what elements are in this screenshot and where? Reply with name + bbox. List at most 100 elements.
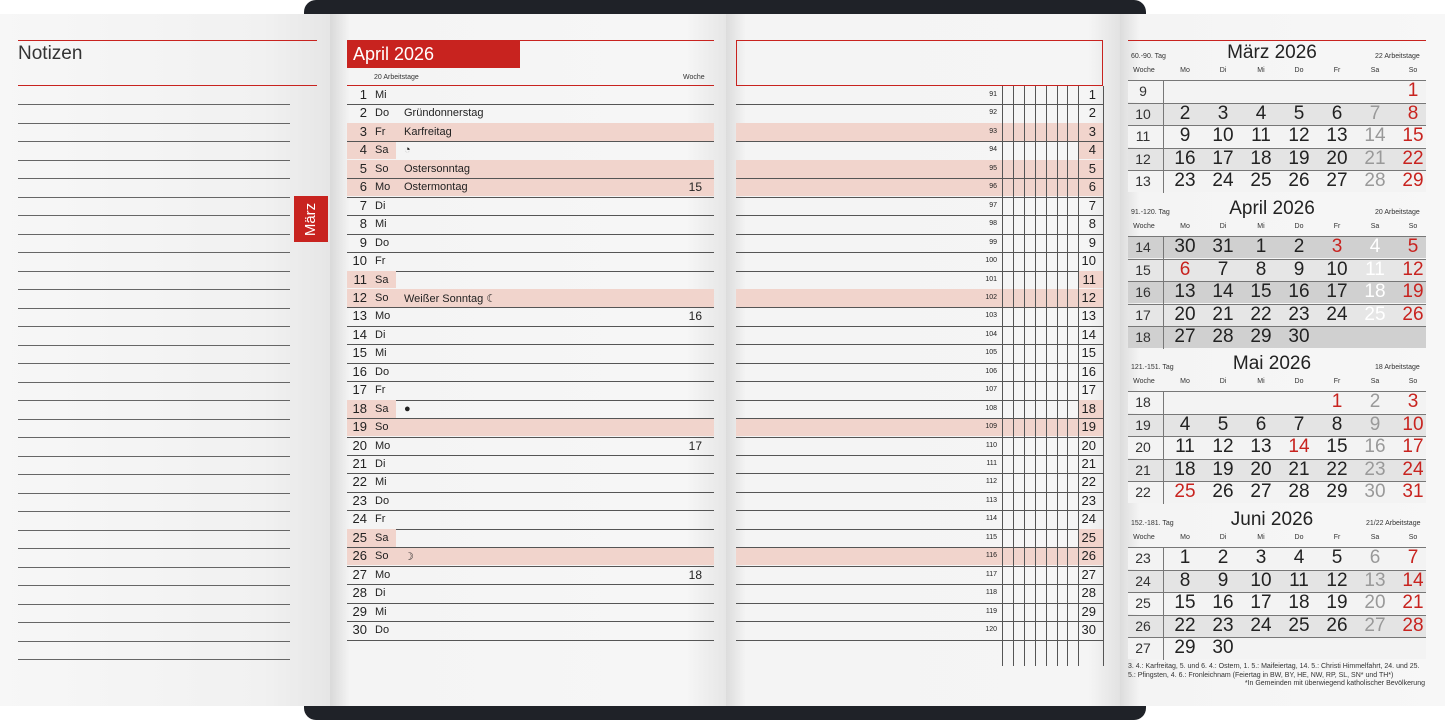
calendar-day[interactable]: 3 [1244,547,1278,569]
calendar-day[interactable]: 28 [1282,481,1316,503]
calendar-day[interactable]: 22 [1244,304,1278,326]
calendar-day[interactable]: 15 [1168,592,1202,614]
calendar-day[interactable]: 15 [1396,125,1430,147]
calendar-day[interactable]: 9 [1282,259,1316,281]
calendar-day[interactable]: 30 [1168,236,1202,258]
calendar-day[interactable]: 1 [1244,236,1278,258]
calendar-day[interactable]: 17 [1320,281,1354,303]
calendar-day[interactable]: 12 [1320,570,1354,592]
calendar-day[interactable]: 14 [1282,436,1316,458]
calendar-day[interactable]: 8 [1244,259,1278,281]
calendar-day[interactable]: 29 [1396,170,1430,192]
calendar-day[interactable]: 24 [1206,170,1240,192]
calendar-day[interactable]: 4 [1282,547,1316,569]
calendar-day[interactable]: 18 [1168,459,1202,481]
calendar-day[interactable]: 12 [1396,259,1430,281]
calendar-day[interactable]: 22 [1168,615,1202,637]
calendar-day[interactable]: 18 [1244,148,1278,170]
calendar-day[interactable]: 16 [1206,592,1240,614]
calendar-day[interactable]: 4 [1168,414,1202,436]
calendar-day[interactable]: 25 [1168,481,1202,503]
calendar-day[interactable]: 1 [1396,80,1430,102]
calendar-day[interactable]: 15 [1320,436,1354,458]
calendar-day[interactable]: 11 [1282,570,1316,592]
calendar-day[interactable]: 17 [1206,148,1240,170]
calendar-day[interactable]: 2 [1282,236,1316,258]
calendar-day[interactable]: 27 [1320,170,1354,192]
calendar-day[interactable]: 24 [1396,459,1430,481]
calendar-day[interactable]: 30 [1282,326,1316,348]
calendar-day[interactable]: 3 [1206,103,1240,125]
calendar-day[interactable]: 29 [1244,326,1278,348]
calendar-day[interactable]: 5 [1282,103,1316,125]
calendar-day[interactable]: 13 [1358,570,1392,592]
calendar-day[interactable]: 21 [1282,459,1316,481]
calendar-day[interactable]: 13 [1320,125,1354,147]
calendar-day[interactable]: 10 [1320,259,1354,281]
calendar-day[interactable]: 17 [1244,592,1278,614]
calendar-day[interactable]: 28 [1396,615,1430,637]
calendar-day[interactable]: 26 [1282,170,1316,192]
calendar-day[interactable]: 23 [1358,459,1392,481]
calendar-day[interactable]: 29 [1168,637,1202,659]
calendar-day[interactable]: 12 [1206,436,1240,458]
calendar-day[interactable]: 27 [1244,481,1278,503]
calendar-day[interactable]: 21 [1358,148,1392,170]
calendar-day[interactable]: 10 [1244,570,1278,592]
calendar-day[interactable]: 6 [1168,259,1202,281]
calendar-day[interactable]: 14 [1396,570,1430,592]
calendar-day[interactable]: 30 [1358,481,1392,503]
calendar-day[interactable]: 9 [1206,570,1240,592]
calendar-day[interactable]: 2 [1168,103,1202,125]
calendar-day[interactable]: 6 [1244,414,1278,436]
calendar-day[interactable]: 28 [1358,170,1392,192]
calendar-day[interactable]: 26 [1206,481,1240,503]
calendar-day[interactable]: 24 [1320,304,1354,326]
calendar-day[interactable]: 8 [1320,414,1354,436]
calendar-day[interactable]: 14 [1358,125,1392,147]
calendar-day[interactable]: 23 [1282,304,1316,326]
calendar-day[interactable]: 7 [1206,259,1240,281]
calendar-day[interactable]: 18 [1282,592,1316,614]
calendar-day[interactable]: 19 [1396,281,1430,303]
calendar-day[interactable]: 23 [1168,170,1202,192]
calendar-day[interactable]: 2 [1358,391,1392,413]
calendar-day[interactable]: 5 [1320,547,1354,569]
calendar-day[interactable]: 6 [1358,547,1392,569]
calendar-day[interactable]: 16 [1168,148,1202,170]
month-tab-maerz[interactable]: März [294,196,328,242]
calendar-day[interactable]: 7 [1282,414,1316,436]
calendar-day[interactable]: 21 [1396,592,1430,614]
calendar-day[interactable]: 22 [1320,459,1354,481]
calendar-day[interactable]: 16 [1282,281,1316,303]
calendar-day[interactable]: 19 [1282,148,1316,170]
calendar-day[interactable]: 9 [1358,414,1392,436]
calendar-day[interactable]: 29 [1320,481,1354,503]
calendar-day[interactable]: 14 [1206,281,1240,303]
calendar-day[interactable]: 19 [1320,592,1354,614]
notes-box[interactable] [736,40,1103,86]
calendar-day[interactable]: 20 [1168,304,1202,326]
calendar-day[interactable]: 4 [1358,236,1392,258]
calendar-day[interactable]: 15 [1244,281,1278,303]
calendar-day[interactable]: 22 [1396,148,1430,170]
calendar-day[interactable]: 20 [1244,459,1278,481]
calendar-day[interactable]: 21 [1206,304,1240,326]
calendar-day[interactable]: 17 [1396,436,1430,458]
calendar-day[interactable]: 7 [1358,103,1392,125]
calendar-day[interactable]: 28 [1206,326,1240,348]
calendar-day[interactable]: 11 [1168,436,1202,458]
calendar-day[interactable]: 26 [1320,615,1354,637]
calendar-day[interactable]: 11 [1244,125,1278,147]
calendar-day[interactable]: 2 [1206,547,1240,569]
calendar-day[interactable]: 1 [1320,391,1354,413]
calendar-day[interactable]: 18 [1358,281,1392,303]
calendar-day[interactable]: 31 [1206,236,1240,258]
calendar-day[interactable]: 27 [1358,615,1392,637]
calendar-day[interactable]: 16 [1358,436,1392,458]
calendar-day[interactable]: 8 [1396,103,1430,125]
calendar-day[interactable]: 7 [1396,547,1430,569]
calendar-day[interactable]: 26 [1396,304,1430,326]
calendar-day[interactable]: 31 [1396,481,1430,503]
calendar-day[interactable]: 1 [1168,547,1202,569]
